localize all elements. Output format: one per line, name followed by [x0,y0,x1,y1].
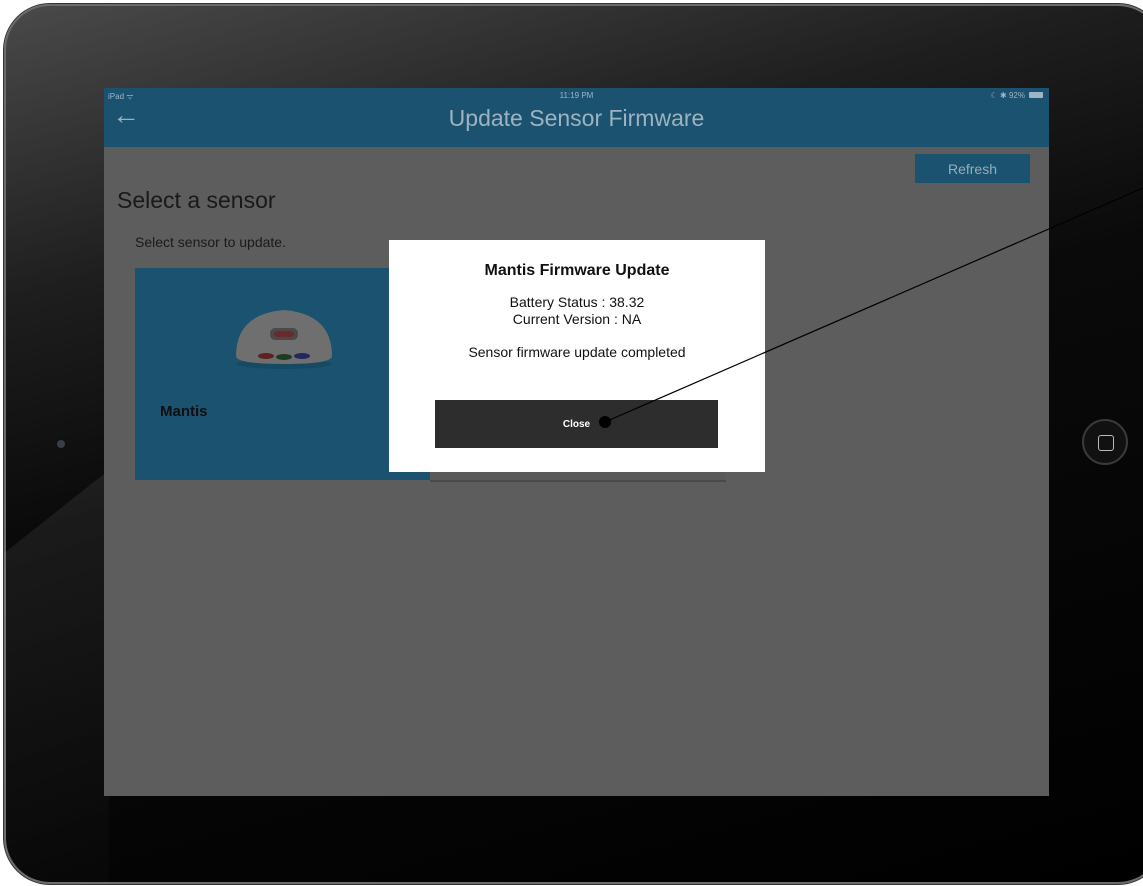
annotation-callout [599,187,1143,428]
annotation-dot [599,416,611,428]
annotation-line [604,187,1143,423]
